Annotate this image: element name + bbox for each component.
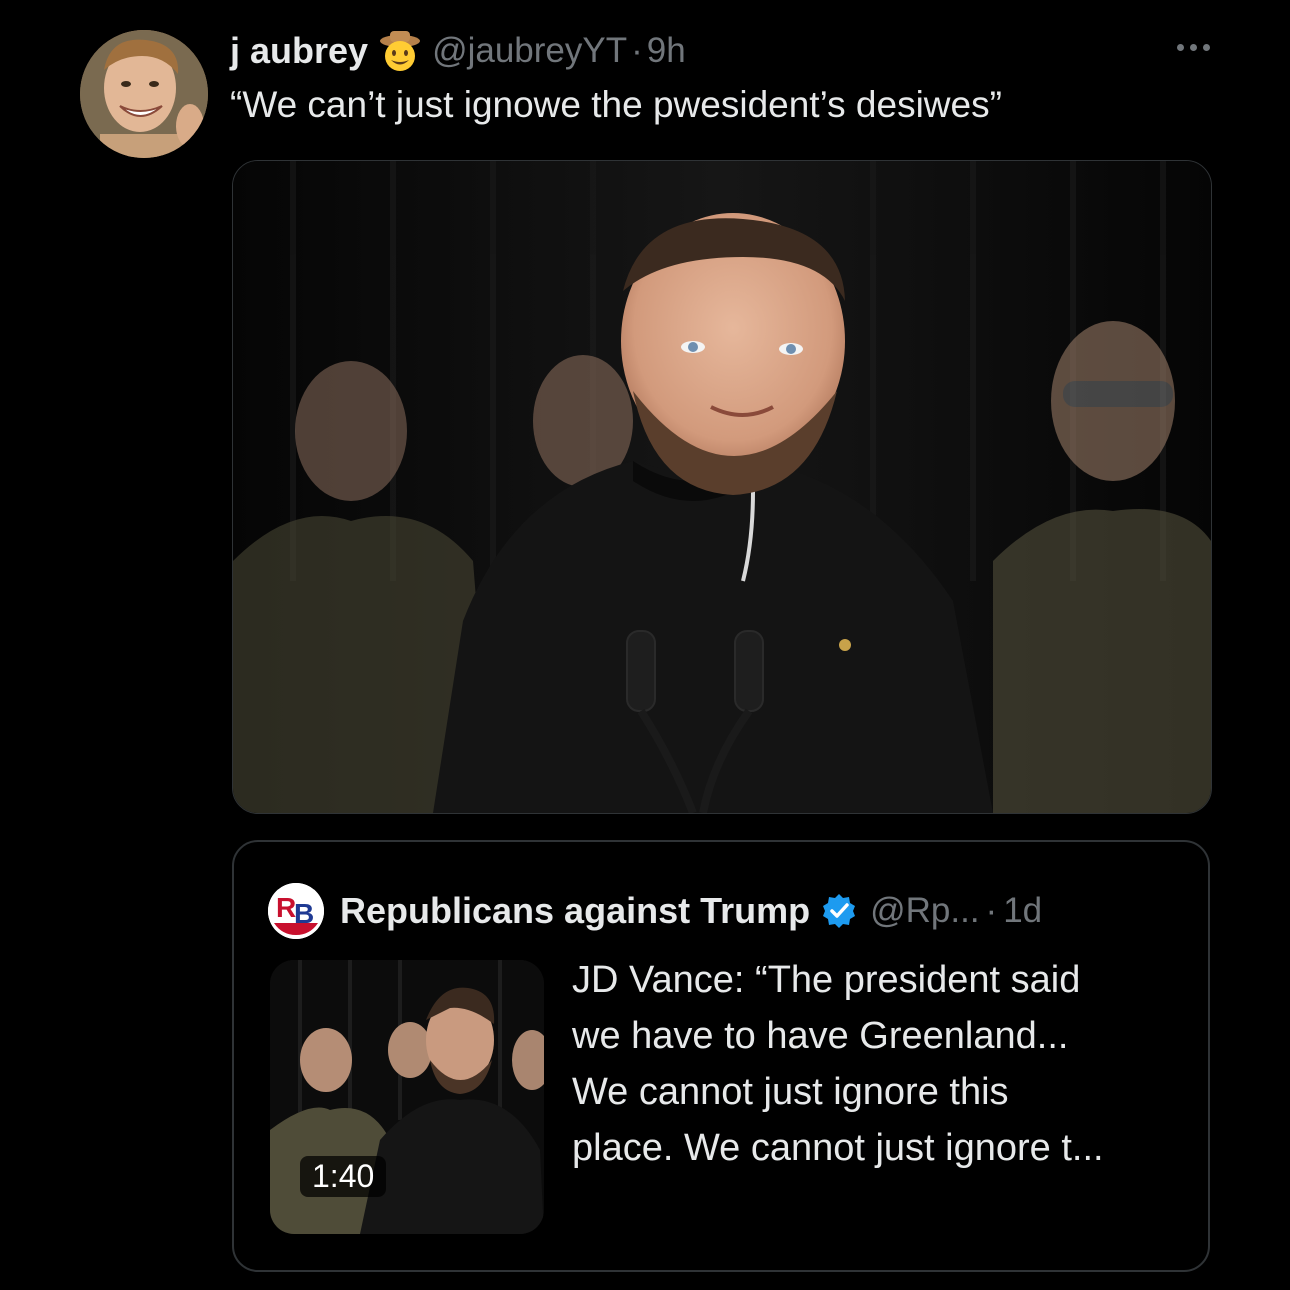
quoted-author-avatar[interactable]: R B [268, 883, 324, 939]
tweet-text: “We can’t just ignowe the pwesident’s de… [230, 84, 1002, 125]
svg-text:B: B [294, 898, 314, 929]
quoted-text-line: We cannot just ignore this [572, 1071, 1009, 1113]
separator-dot: · [985, 891, 998, 930]
quoted-tweet-text: JD Vance: “The president said we have to… [572, 952, 1192, 1176]
tweet-media-image[interactable] [232, 160, 1212, 814]
quoted-tweet-header: R B Republicans against Trump @Rp... · 1… [268, 882, 1042, 940]
quoted-author-name[interactable]: Republicans against Trump [340, 890, 810, 932]
quoted-text-line: place. We cannot just ignore t... [572, 1127, 1104, 1169]
video-duration-badge: 1:40 [300, 1156, 387, 1197]
quoted-text-line: we have to have Greenland... [572, 1015, 1069, 1057]
quoted-video-thumbnail[interactable]: 1:40 [270, 960, 544, 1234]
verified-badge-icon [820, 892, 858, 930]
author-handle[interactable]: @jaubreyYT [432, 31, 627, 71]
tweet[interactable]: j aubrey @jaubreyYT · 9h “We can’t just … [0, 0, 1290, 1290]
tweet-timestamp[interactable]: 9h [647, 31, 686, 71]
more-options-icon[interactable] [1177, 44, 1210, 51]
quoted-tweet-timestamp[interactable]: 1d [1003, 891, 1042, 931]
author-display-name[interactable]: j aubrey [230, 30, 368, 72]
author-avatar[interactable] [80, 30, 208, 158]
separator-dot: · [631, 31, 643, 70]
cowboy-hat-face-icon [378, 29, 422, 73]
quoted-author-handle[interactable]: @Rp... [870, 891, 979, 931]
quoted-tweet-card[interactable]: R B Republicans against Trump @Rp... · 1… [232, 840, 1210, 1272]
tweet-header: j aubrey @jaubreyYT · 9h [230, 28, 686, 74]
quoted-text-line: JD Vance: “The president said [572, 959, 1081, 1001]
